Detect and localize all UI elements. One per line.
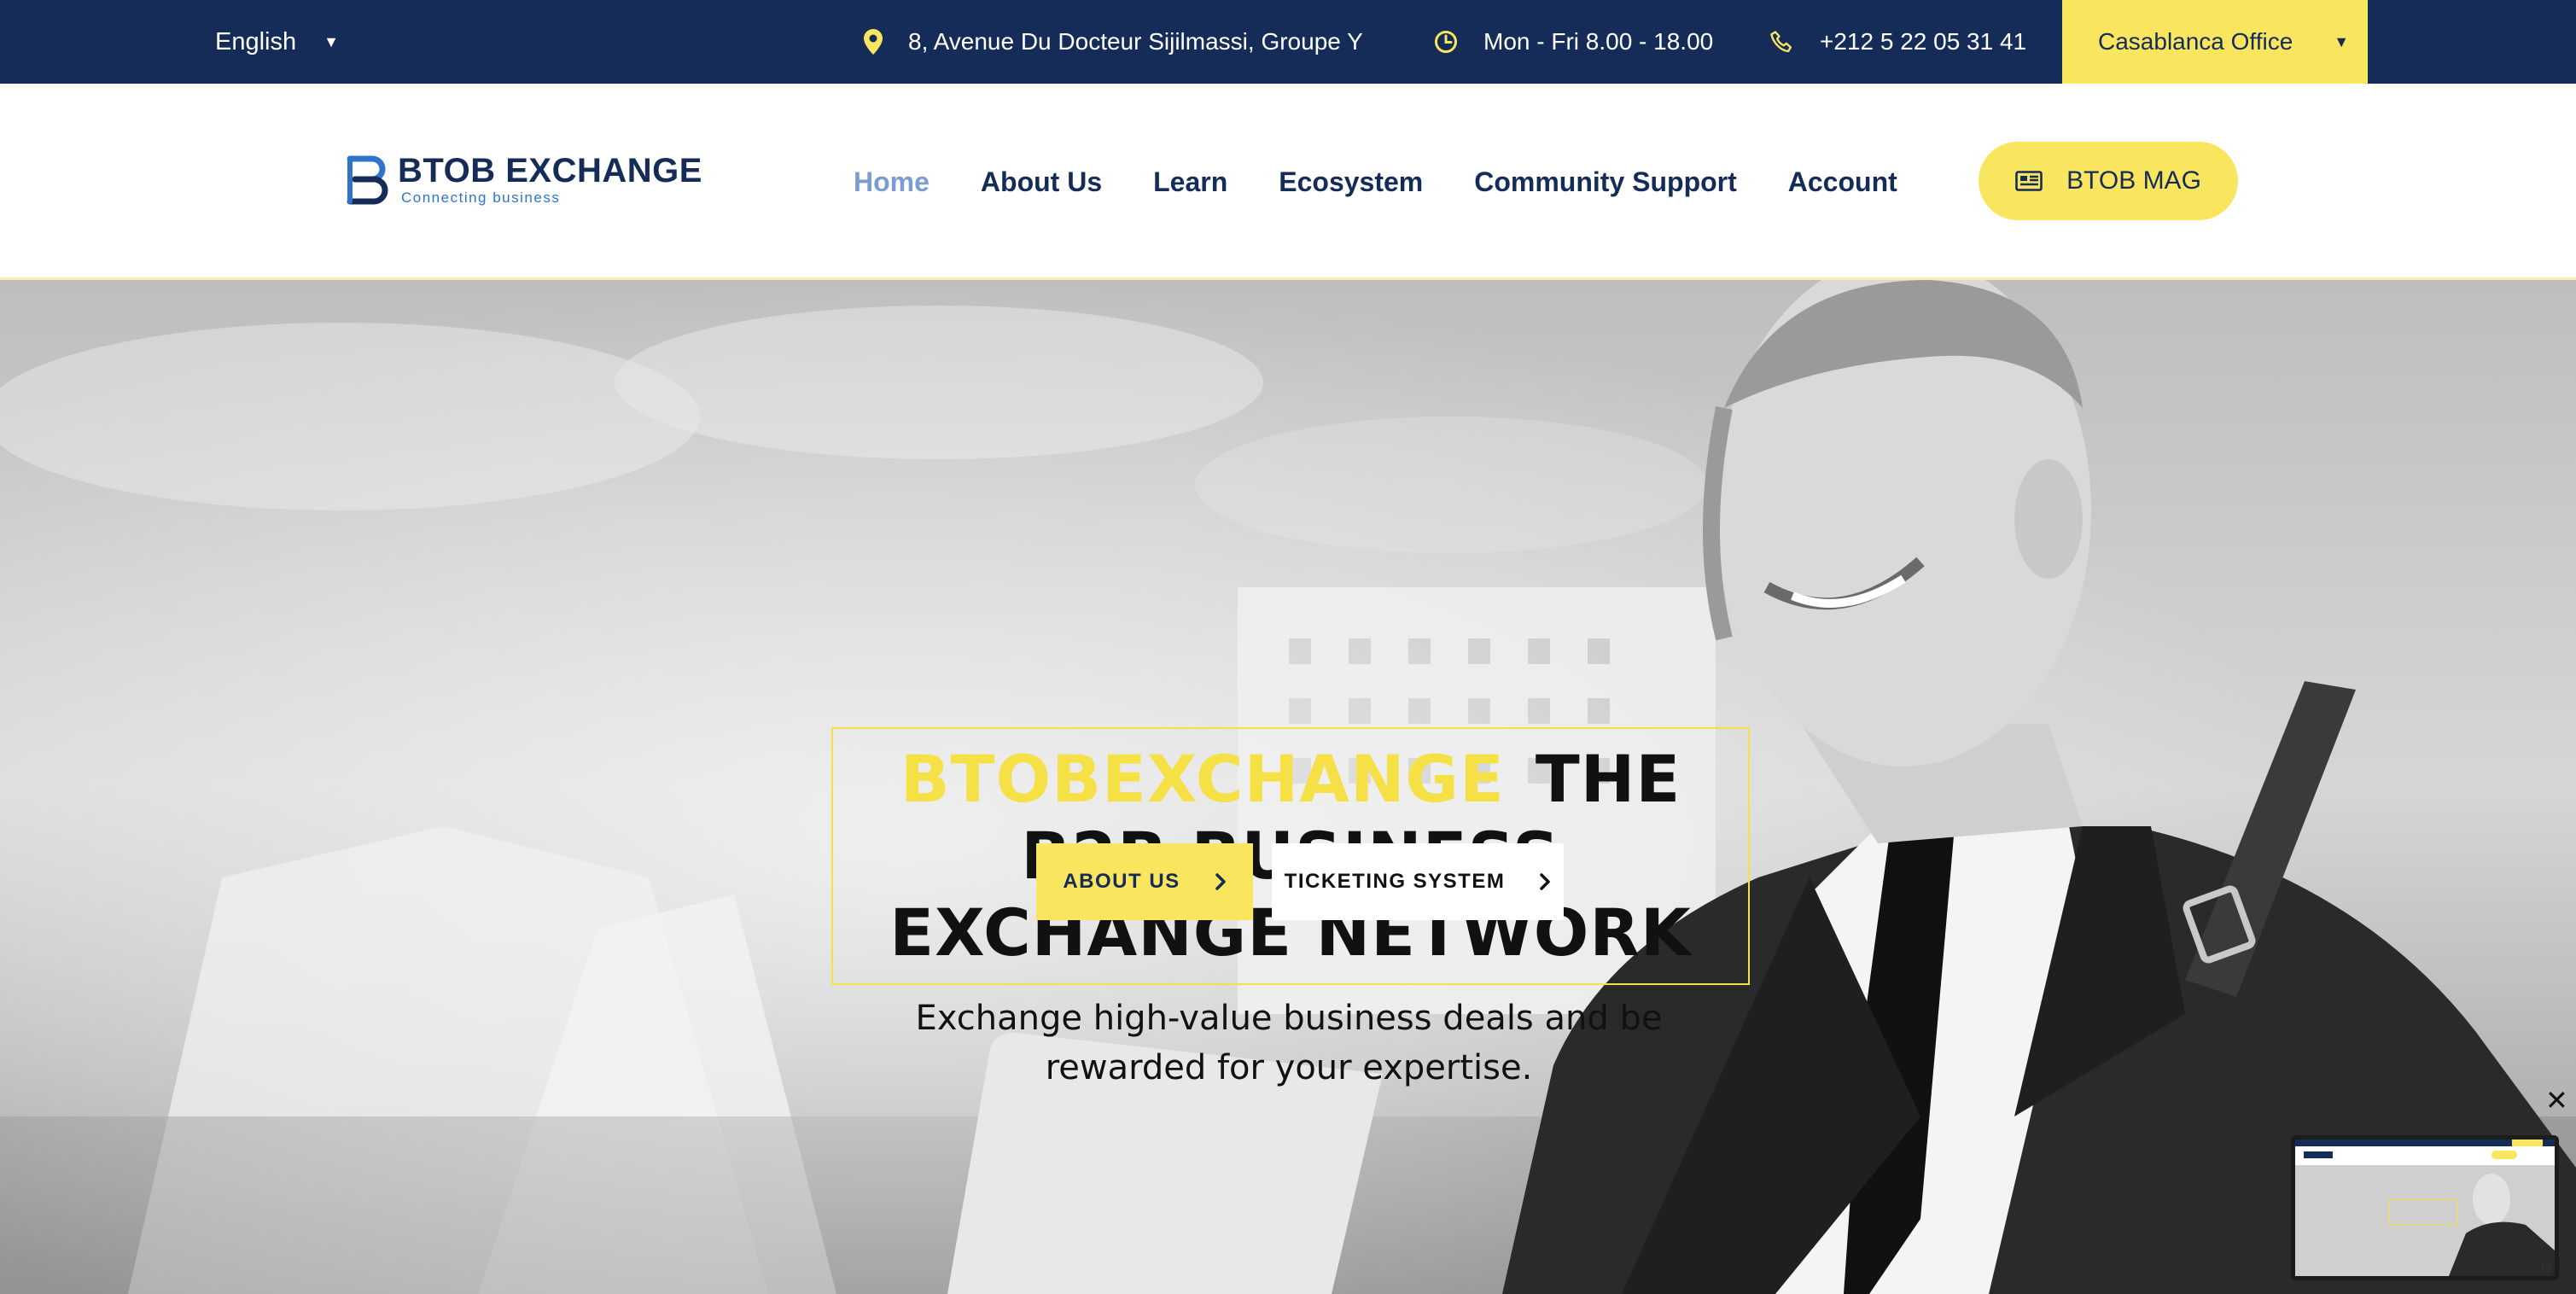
language-label: English xyxy=(215,27,297,55)
caret-down-icon: ▼ xyxy=(2334,32,2350,50)
main-nav: Home About Us Learn Ecosystem Community … xyxy=(854,84,1949,280)
chevron-right-icon xyxy=(1540,873,1551,890)
logo-tagline: Connecting business xyxy=(401,189,561,206)
hours-info: Mon - Fri 8.00 - 18.00 xyxy=(1434,0,1713,84)
phone-info[interactable]: +212 5 22 05 31 41 xyxy=(1770,0,2026,84)
chevron-right-icon xyxy=(1215,873,1226,890)
logo-text: BTOB EXCHANGE Connecting business xyxy=(398,154,702,207)
nav-account[interactable]: Account xyxy=(1788,166,1897,198)
close-preview-button[interactable]: ✕ xyxy=(2545,1084,2568,1116)
logo-b-icon xyxy=(347,155,388,205)
nav-about-us[interactable]: About Us xyxy=(981,166,1102,198)
preview-thumbnail xyxy=(2295,1140,2555,1276)
caret-down-icon: ▼ xyxy=(323,32,339,50)
hours-text: Mon - Fri 8.00 - 18.00 xyxy=(1483,28,1714,55)
hero-subtitle: Exchange high-value business deals and b… xyxy=(915,999,1663,1087)
logo-name: BTOB EXCHANGE xyxy=(398,152,702,189)
hero-headline-line1: THE xyxy=(1535,741,1681,817)
office-label: Casablanca Office xyxy=(2098,28,2293,55)
site-logo[interactable]: BTOB EXCHANGE Connecting business xyxy=(343,154,702,207)
top-info-bar: English ▼ 8, Avenue Du Docteur Sijilmass… xyxy=(0,0,2576,84)
btob-mag-label: BTOB MAG xyxy=(2066,166,2201,195)
phone-icon xyxy=(1770,31,1792,53)
clock-icon xyxy=(1435,31,1457,53)
nav-home[interactable]: Home xyxy=(854,166,930,198)
hero-section: BTOBEXCHANGETHE B2B BUSINESS EXCHANGE NE… xyxy=(0,280,2576,1294)
preview-thumbnail-image xyxy=(2295,1140,2555,1276)
nav-ecosystem[interactable]: Ecosystem xyxy=(1279,166,1423,198)
office-selector[interactable]: Casablanca Office ▼ xyxy=(2062,0,2368,84)
hero-brand: BTOBEXCHANGE xyxy=(900,741,1505,817)
newspaper-icon xyxy=(2015,171,2043,191)
btob-mag-button[interactable]: BTOB MAG xyxy=(1979,142,2238,220)
about-us-button-label: ABOUT US xyxy=(1063,870,1180,893)
nav-community-support[interactable]: Community Support xyxy=(1474,166,1737,198)
about-us-button[interactable]: ABOUT US xyxy=(1036,843,1253,920)
ticketing-system-button-label: TICKETING SYSTEM xyxy=(1284,870,1506,893)
phone-text: +212 5 22 05 31 41 xyxy=(1820,28,2027,55)
map-pin-icon xyxy=(864,29,883,55)
language-selector[interactable]: English ▼ xyxy=(215,0,339,84)
address-info: 8, Avenue Du Docteur Sijilmassi, Groupe … xyxy=(864,0,1363,84)
nav-learn[interactable]: Learn xyxy=(1153,166,1227,198)
video-preview-widget[interactable] xyxy=(2291,1135,2559,1280)
ticketing-system-button[interactable]: TICKETING SYSTEM xyxy=(1272,843,1564,920)
address-text: 8, Avenue Du Docteur Sijilmassi, Groupe … xyxy=(908,28,1363,55)
main-header: BTOB EXCHANGE Connecting business Home A… xyxy=(0,84,2576,280)
